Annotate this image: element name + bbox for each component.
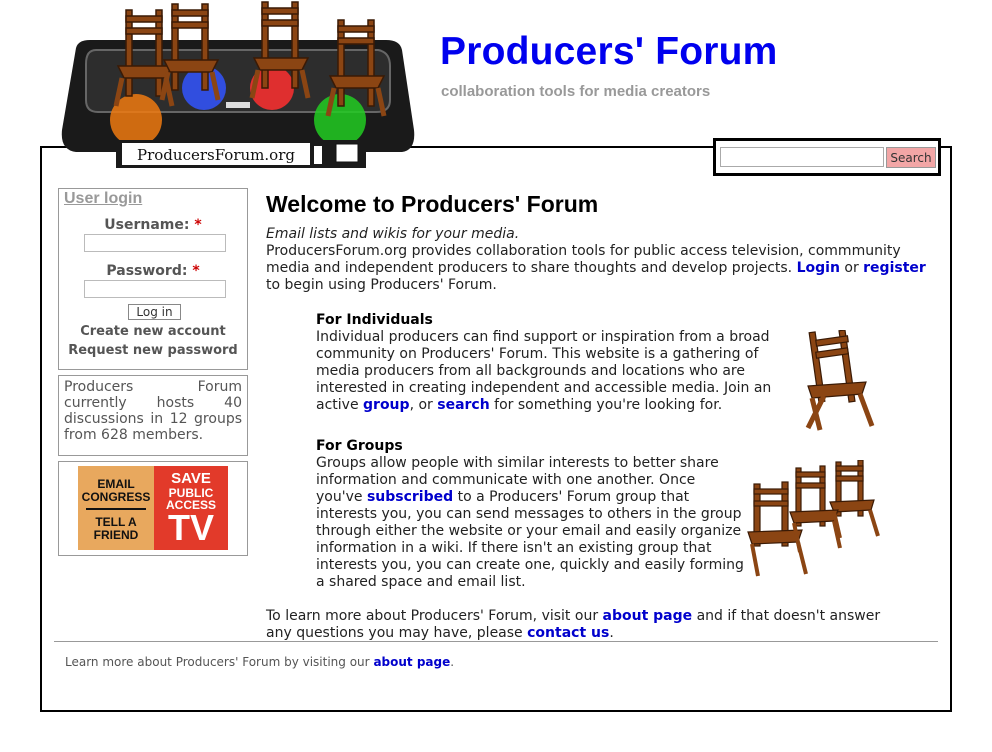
user-login-title[interactable]: User login xyxy=(64,190,142,208)
search-form: Search xyxy=(713,138,941,176)
for-individuals-section: For Individuals Individual producers can… xyxy=(316,312,802,414)
site-slogan: collaboration tools for media creators xyxy=(441,83,711,100)
required-mark: * xyxy=(192,263,200,279)
for-individuals-text: Individual producers can find support or… xyxy=(316,329,792,414)
email-congress-panel: EMAIL CONGRESS TELL A FRIEND xyxy=(78,466,154,550)
username-input[interactable] xyxy=(84,234,226,252)
password-label: Password: * xyxy=(59,263,247,279)
outro-text-end: . xyxy=(609,625,614,641)
create-account-link[interactable]: Create new account xyxy=(59,324,247,339)
request-password-link[interactable]: Request new password xyxy=(59,343,247,358)
group-link[interactable]: group xyxy=(363,397,410,413)
footer-about-link[interactable]: about page xyxy=(373,655,450,669)
footer-divider xyxy=(54,641,938,642)
search-link[interactable]: search xyxy=(437,397,489,413)
banner-line: FRIEND xyxy=(93,528,139,542)
login-link[interactable]: Login xyxy=(797,260,840,276)
contact-us-link[interactable]: contact us xyxy=(527,625,609,641)
site-logo[interactable]: ProducersForum.org xyxy=(56,0,416,178)
chairs-icon xyxy=(747,460,880,577)
intro-paragraph: ProducersForum.org provides collaboratio… xyxy=(266,243,926,294)
username-label-text: Username: xyxy=(104,217,190,233)
outro-text: To learn more about Producers' Forum, vi… xyxy=(266,608,599,624)
intro-or: or xyxy=(844,260,859,276)
about-page-link[interactable]: about page xyxy=(603,608,693,624)
for-individuals-heading: For Individuals xyxy=(316,312,433,328)
page-title: Welcome to Producers' Forum xyxy=(266,191,599,217)
save-public-access-panel: SAVE PUBLIC ACCESS TV xyxy=(154,466,228,550)
main-intro: Email lists and wikis for your media. Pr… xyxy=(266,226,926,294)
search-button[interactable]: Search xyxy=(886,147,936,168)
save-public-access-banner[interactable]: EMAIL CONGRESS TELL A FRIEND SAVE PUBLIC… xyxy=(78,466,228,550)
password-label-text: Password: xyxy=(106,263,188,279)
intro-end: to begin using Producers' Forum. xyxy=(266,277,497,293)
logo-label: ProducersForum.org xyxy=(137,146,295,164)
banner-divider xyxy=(86,508,146,510)
login-button[interactable]: Log in xyxy=(128,304,181,320)
individuals-text-end: for something you're looking for. xyxy=(494,397,723,413)
password-input[interactable] xyxy=(84,280,226,298)
banner-line: SAVE xyxy=(171,470,211,487)
register-link[interactable]: register xyxy=(863,260,926,276)
footer: Learn more about Producers' Forum by vis… xyxy=(65,655,454,669)
tagline: Email lists and wikis for your media. xyxy=(266,226,520,242)
banner-line: CONGRESS xyxy=(81,490,151,504)
username-label: Username: * xyxy=(59,217,247,233)
site-stats-text: Producers Forum currently hosts 40 discu… xyxy=(64,379,242,443)
banner-line: TV xyxy=(167,507,214,548)
site-stats-block: Producers Forum currently hosts 40 discu… xyxy=(58,375,248,456)
user-login-block: User login Username: * Password: * Log i… xyxy=(58,188,248,370)
footer-text: Learn more about Producers' Forum by vis… xyxy=(65,655,370,669)
subscribed-link[interactable]: subscribed xyxy=(367,489,453,505)
outro-paragraph: To learn more about Producers' Forum, vi… xyxy=(266,608,906,642)
footer-text-end: . xyxy=(450,655,455,669)
required-mark: * xyxy=(194,217,202,233)
site-name[interactable]: Producers' Forum xyxy=(440,30,778,74)
for-groups-text: Groups allow people with similar interes… xyxy=(316,455,746,591)
for-groups-section: For Groups Groups allow people with simi… xyxy=(316,438,746,591)
for-groups-heading: For Groups xyxy=(316,438,403,454)
banner-block: EMAIL CONGRESS TELL A FRIEND SAVE PUBLIC… xyxy=(58,461,248,556)
individuals-or: , or xyxy=(409,397,433,413)
chair-icon xyxy=(805,330,875,431)
search-input[interactable] xyxy=(720,147,884,167)
